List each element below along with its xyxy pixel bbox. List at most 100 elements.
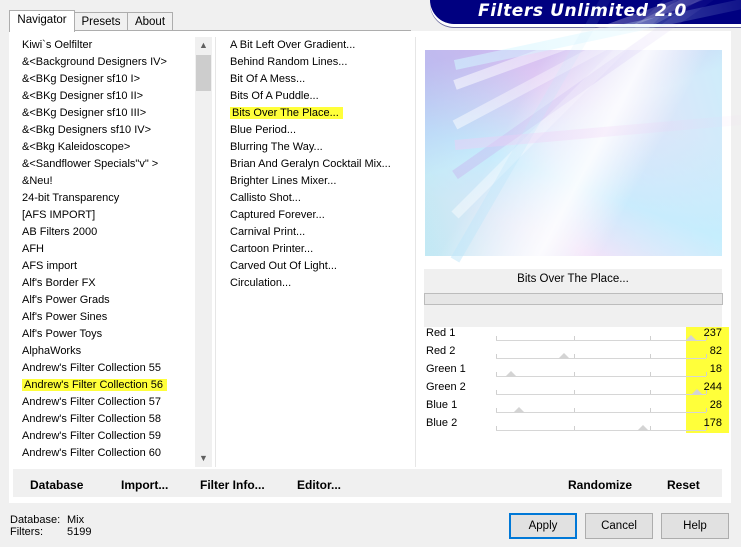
category-item[interactable]: Andrew's Filter Collection 56 <box>19 377 194 394</box>
filter-item[interactable]: Callisto Shot... <box>227 190 412 207</box>
category-item[interactable]: Andrew's Filter Collection 59 <box>19 428 194 445</box>
slider-value[interactable]: 18 <box>686 363 722 375</box>
apply-button[interactable]: Apply <box>509 513 577 539</box>
category-item[interactable]: [AFS IMPORT] <box>19 207 194 224</box>
slider-tick <box>650 426 651 430</box>
filter-item[interactable]: Brighter Lines Mixer... <box>227 173 412 190</box>
category-item[interactable]: Alf's Border FX <box>19 275 194 292</box>
slider-tick <box>496 408 497 412</box>
category-item[interactable]: Kiwi`s Oelfilter <box>19 37 194 54</box>
slider-thumb[interactable] <box>557 353 570 359</box>
filter-item[interactable]: Carnival Print... <box>227 224 412 241</box>
filter-item[interactable]: Brian And Geralyn Cocktail Mix... <box>227 156 412 173</box>
scroll-thumb[interactable] <box>196 55 211 91</box>
slider-tick <box>574 426 575 430</box>
slider-track[interactable] <box>496 394 706 395</box>
filter-list[interactable]: A Bit Left Over Gradient... Behind Random… <box>227 37 412 292</box>
slider-thumb[interactable] <box>513 407 526 413</box>
slider-tick <box>574 408 575 412</box>
slider-value[interactable]: 28 <box>686 399 722 411</box>
category-item[interactable]: Andrew's Filter Collection 55 <box>19 360 194 377</box>
slider-value[interactable]: 178 <box>686 417 722 429</box>
category-item[interactable]: &<Bkg Designers sf10 IV> <box>19 122 194 139</box>
slider-value[interactable]: 82 <box>686 345 722 357</box>
randomize-button[interactable]: Randomize <box>568 478 632 492</box>
filter-item[interactable]: Blurring The Way... <box>227 139 412 156</box>
category-list[interactable]: Kiwi`s Oelfilter &<Background Designers I… <box>19 37 194 462</box>
list-divider <box>215 37 216 467</box>
filter-item[interactable]: Carved Out Of Light... <box>227 258 412 275</box>
database-button[interactable]: Database <box>30 478 83 492</box>
filter-item[interactable]: Circulation... <box>227 275 412 292</box>
slider-track[interactable] <box>496 376 706 377</box>
category-item[interactable]: AB Filters 2000 <box>19 224 194 241</box>
filter-item[interactable]: Bits Of A Puddle... <box>227 88 412 105</box>
filter-item[interactable]: Bits Over The Place... <box>227 105 412 122</box>
filter-item-label: Carnival Print... <box>230 226 306 238</box>
category-scrollbar[interactable]: ▲ ▼ <box>195 37 212 467</box>
category-item-label: &<BKg Designer sf10 III> <box>22 107 147 119</box>
slider-value[interactable]: 244 <box>686 381 722 393</box>
category-item[interactable]: 24-bit Transparency <box>19 190 194 207</box>
tab-about[interactable]: About <box>127 12 173 31</box>
category-item-label: Kiwi`s Oelfilter <box>22 39 93 51</box>
category-item-label: Andrew's Filter Collection 55 <box>22 362 162 374</box>
slider-thumb[interactable] <box>504 371 517 377</box>
filter-item[interactable]: Bit Of A Mess... <box>227 71 412 88</box>
filter-item[interactable]: Behind Random Lines... <box>227 54 412 71</box>
category-item[interactable]: &<BKg Designer sf10 I> <box>19 71 194 88</box>
filter-item[interactable]: Cartoon Printer... <box>227 241 412 258</box>
slider-tick <box>650 354 651 358</box>
category-item[interactable]: Andrew's Filter Collection 58 <box>19 411 194 428</box>
cancel-button[interactable]: Cancel <box>585 513 653 539</box>
filter-item-label: Cartoon Printer... <box>230 243 314 255</box>
slider-tick <box>574 390 575 394</box>
filter-item-label: Bits Of A Puddle... <box>230 90 319 102</box>
category-item[interactable]: AlphaWorks <box>19 343 194 360</box>
editor-button[interactable]: Editor... <box>297 478 341 492</box>
category-item[interactable]: Alf's Power Grads <box>19 292 194 309</box>
category-item[interactable]: AFH <box>19 241 194 258</box>
slider-value[interactable]: 237 <box>686 327 722 339</box>
category-item[interactable]: AFS import <box>19 258 194 275</box>
category-item[interactable]: Andrew's Filter Collection 60 <box>19 445 194 462</box>
filter-item[interactable]: A Bit Left Over Gradient... <box>227 37 412 54</box>
filter-item-label: A Bit Left Over Gradient... <box>230 39 356 51</box>
slider-tick <box>574 354 575 358</box>
category-item[interactable]: &<Sandflower Specials"v" > <box>19 156 194 173</box>
tab-navigator[interactable]: Navigator <box>9 10 75 32</box>
category-item-label: AFH <box>22 243 44 255</box>
category-item-label: &<BKg Designer sf10 I> <box>22 73 141 85</box>
filter-item[interactable]: Blue Period... <box>227 122 412 139</box>
category-item-label: &<Bkg Designers sf10 IV> <box>22 124 152 136</box>
scroll-down-icon[interactable]: ▼ <box>195 450 212 467</box>
category-item-label: Andrew's Filter Collection 58 <box>22 413 162 425</box>
slider-thumb[interactable] <box>636 425 649 431</box>
status-database-value: Mix <box>67 514 85 526</box>
category-item[interactable]: &<BKg Designer sf10 II> <box>19 88 194 105</box>
category-item-label: Alf's Border FX <box>22 277 96 289</box>
slider-track[interactable] <box>496 340 706 341</box>
filter-item[interactable]: Captured Forever... <box>227 207 412 224</box>
category-item[interactable]: Andrew's Filter Collection 57 <box>19 394 194 411</box>
slider-track[interactable] <box>496 430 706 431</box>
preview-image <box>425 0 741 263</box>
reset-button[interactable]: Reset <box>667 478 700 492</box>
category-item[interactable]: Alf's Power Toys <box>19 326 194 343</box>
category-item[interactable]: &<BKg Designer sf10 III> <box>19 105 194 122</box>
slider-label: Green 2 <box>426 381 466 393</box>
category-item-label: Andrew's Filter Collection 59 <box>22 430 162 442</box>
category-item[interactable]: &<Bkg Kaleidoscope> <box>19 139 194 156</box>
import-button[interactable]: Import... <box>121 478 168 492</box>
filter-info-button[interactable]: Filter Info... <box>200 478 265 492</box>
tab-presets[interactable]: Presets <box>74 12 128 31</box>
category-item[interactable]: &<Background Designers IV> <box>19 54 194 71</box>
slider-tick <box>650 390 651 394</box>
help-button[interactable]: Help <box>661 513 729 539</box>
slider-label: Blue 2 <box>426 417 458 429</box>
slider-track[interactable] <box>496 412 706 413</box>
category-item[interactable]: &Neu! <box>19 173 194 190</box>
category-item[interactable]: Alf's Power Sines <box>19 309 194 326</box>
slider-track[interactable] <box>496 358 706 359</box>
scroll-up-icon[interactable]: ▲ <box>195 37 212 54</box>
